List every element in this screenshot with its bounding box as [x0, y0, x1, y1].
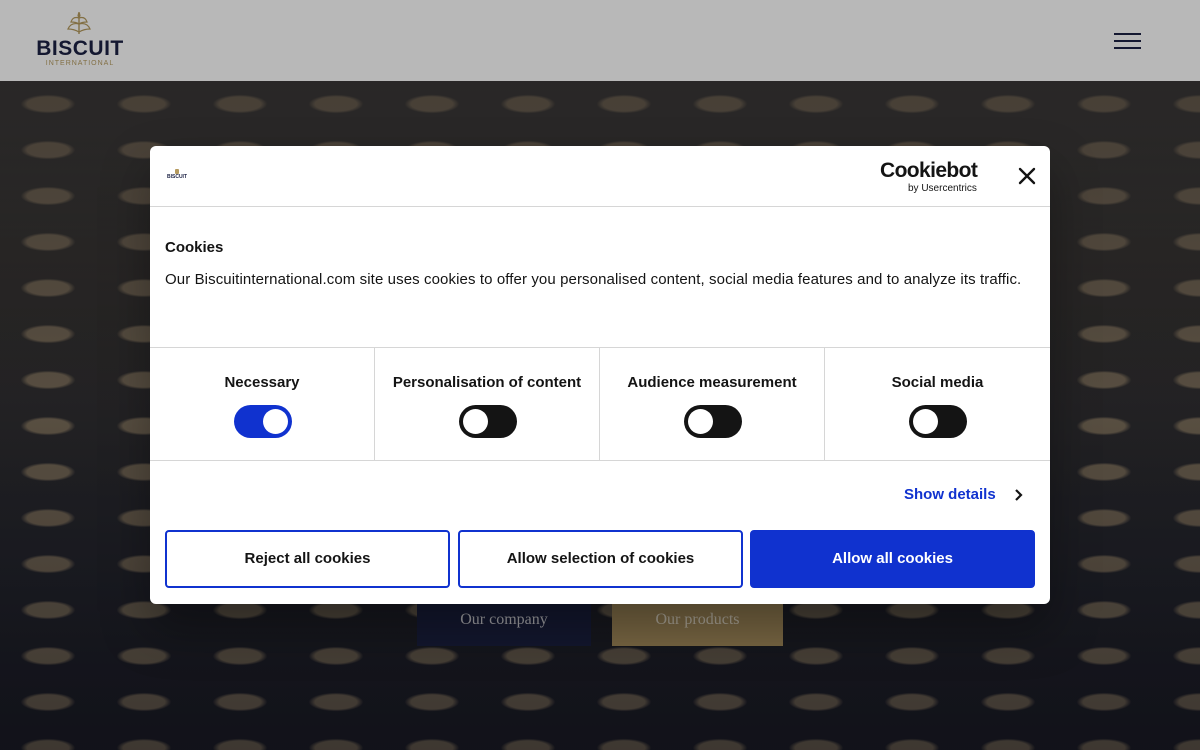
- allow-selection-button[interactable]: Allow selection of cookies: [458, 530, 743, 588]
- category-label: Personalisation of content: [392, 374, 582, 391]
- allow-all-button[interactable]: Allow all cookies: [750, 530, 1035, 588]
- cookie-consent-dialog: BISCUIT Cookiebot by Usercentrics Cookie…: [150, 146, 1050, 604]
- category-label: Social media: [891, 374, 984, 391]
- chevron-right-icon: [1015, 489, 1023, 501]
- category-label: Necessary: [224, 374, 300, 391]
- category-personalisation: Personalisation of content: [375, 348, 600, 460]
- close-icon[interactable]: [1016, 165, 1038, 187]
- dialog-description: Our Biscuitinternational.com site uses c…: [165, 271, 1022, 288]
- category-necessary: Necessary: [150, 348, 375, 460]
- cookiebot-logo[interactable]: Cookiebot by Usercentrics: [880, 159, 986, 195]
- social-media-toggle[interactable]: [909, 405, 967, 438]
- cookiebot-wordmark: Cookiebot: [880, 159, 978, 182]
- cookiebot-byline: by Usercentrics: [908, 183, 977, 194]
- cookie-categories: Necessary Personalisation of content Aud…: [150, 347, 1050, 461]
- dialog-logo-wordmark: BISCUIT: [167, 174, 187, 180]
- show-details-label: Show details: [904, 486, 996, 503]
- category-label: Audience measurement: [627, 374, 797, 391]
- dialog-title: Cookies: [165, 239, 224, 256]
- dialog-site-logo: BISCUIT: [165, 169, 189, 183]
- category-audience: Audience measurement: [600, 348, 825, 460]
- personalisation-toggle[interactable]: [459, 405, 517, 438]
- dialog-header: BISCUIT Cookiebot by Usercentrics: [150, 146, 1050, 207]
- show-details-link[interactable]: Show details: [904, 485, 1026, 505]
- audience-toggle[interactable]: [684, 405, 742, 438]
- category-social-media: Social media: [825, 348, 1050, 460]
- necessary-toggle[interactable]: [234, 405, 292, 438]
- reject-all-button[interactable]: Reject all cookies: [165, 530, 450, 588]
